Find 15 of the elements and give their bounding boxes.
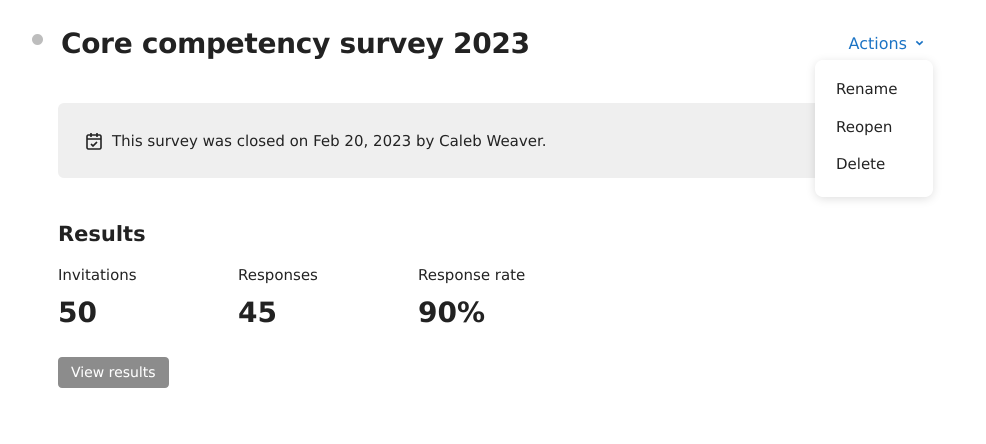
menu-item[interactable]: Delete bbox=[836, 155, 933, 192]
survey-title: Core competency survey 2023 bbox=[61, 26, 531, 60]
stat-label: Responses bbox=[238, 266, 319, 284]
menu-item[interactable]: Rename bbox=[836, 80, 933, 118]
results-heading: Results bbox=[58, 222, 147, 246]
calendar-check-icon bbox=[84, 130, 104, 150]
stat-value: 50 bbox=[58, 296, 98, 329]
stat-label: Response rate bbox=[418, 266, 526, 284]
stat-label: Invitations bbox=[58, 266, 138, 284]
actions-button[interactable]: Actions bbox=[848, 34, 924, 52]
notice-text: This survey was closed on Feb 20, 2023 by Caleb Weaver. bbox=[112, 132, 547, 150]
stat-value: 90% bbox=[418, 296, 486, 329]
chevron-down-icon bbox=[915, 40, 924, 46]
stat-value: 45 bbox=[238, 296, 278, 329]
menu-item[interactable]: Reopen bbox=[836, 118, 933, 155]
